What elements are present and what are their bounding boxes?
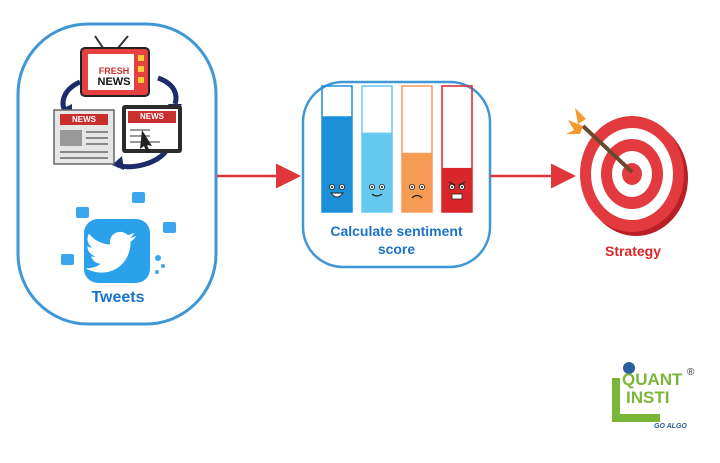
target-icon <box>566 108 688 236</box>
sentiment-label: Calculate sentiment score <box>303 222 490 258</box>
registered-mark: ® <box>687 367 695 378</box>
sentiment-bar-1 <box>322 116 352 212</box>
sentiment-bar-4 <box>442 167 472 212</box>
sentiment-label-line2: score <box>377 241 416 257</box>
newspaper-headline: NEWS <box>72 115 96 124</box>
logo-text: QUANT INSTI <box>622 371 682 407</box>
tv-news-text: FRESH NEWS <box>92 66 136 88</box>
news-text: NEWS <box>97 76 131 88</box>
sentiment-label-line1: Calculate sentiment <box>330 223 463 239</box>
logo-line2: INSTI <box>626 388 670 407</box>
logo-line1: QUANT <box>622 370 683 389</box>
logo-tagline: GO ALGO <box>654 423 687 430</box>
tweets-label: Tweets <box>91 289 145 306</box>
sentiment-bar-2 <box>362 132 392 212</box>
tablet-headline: NEWS <box>140 112 164 121</box>
twitter-icon <box>84 219 150 283</box>
sentiment-bar-3 <box>402 152 432 212</box>
strategy-label: Strategy <box>604 243 662 259</box>
